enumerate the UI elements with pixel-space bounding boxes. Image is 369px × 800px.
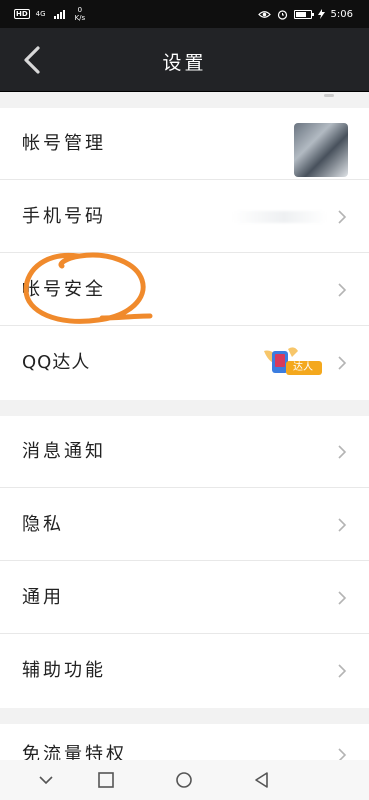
settings-group-general: 消息通知 隐私 通用 辅助功能 (0, 416, 369, 708)
qq-daren-badge: 达人 (262, 343, 322, 381)
settings-item-data-privilege[interactable]: 免流量特权 (0, 724, 369, 760)
chevron-right-icon (338, 748, 347, 760)
circle-icon[interactable] (173, 769, 195, 791)
settings-item-account-security[interactable]: 帐号安全 (0, 254, 369, 326)
status-right: 5:06 (257, 5, 353, 23)
item-label: QQ达人 (22, 352, 91, 373)
speed-unit: K/s (74, 14, 86, 22)
item-label: 手机号码 (22, 206, 106, 227)
divider (0, 560, 369, 561)
nav-bar: 设置 (0, 28, 369, 92)
avatar (294, 123, 348, 177)
settings-item-account-management[interactable]: 帐号管理 (0, 108, 369, 180)
item-label: 帐号安全 (22, 279, 106, 300)
chevron-right-icon (338, 591, 347, 605)
item-label: 隐私 (22, 514, 64, 535)
chevron-right-icon (338, 518, 347, 532)
page-title: 设置 (162, 52, 207, 74)
signal-icon (53, 9, 65, 19)
system-nav-bar (0, 760, 369, 800)
settings-group-account: 帐号管理 手机号码 帐号安全 QQ达人 达人 (0, 108, 369, 400)
settings-item-accessibility[interactable]: 辅助功能 (0, 635, 369, 707)
settings-item-privacy[interactable]: 隐私 (0, 489, 369, 561)
scrollbar[interactable] (324, 94, 334, 97)
settings-item-phone-number[interactable]: 手机号码 (0, 181, 369, 253)
chevron-down-icon[interactable] (35, 769, 57, 791)
wings-icon (264, 347, 322, 375)
chevron-right-icon (338, 283, 347, 297)
divider (0, 487, 369, 488)
item-label: 帐号管理 (22, 133, 106, 154)
triangle-back-icon[interactable] (251, 769, 273, 791)
settings-item-qq-daren[interactable]: QQ达人 达人 (0, 327, 369, 399)
battery-icon (293, 9, 314, 19)
status-time: 5:06 (330, 8, 353, 20)
settings-item-notifications[interactable]: 消息通知 (0, 416, 369, 488)
phone-number-value (232, 211, 327, 223)
divider (0, 325, 369, 326)
settings-group-more: 免流量特权 (0, 724, 369, 760)
settings-list[interactable]: 帐号管理 手机号码 帐号安全 QQ达人 达人 消息通知 隐私 通用 辅助功能 免… (0, 92, 369, 760)
chevron-right-icon (338, 664, 347, 678)
item-label: 辅助功能 (22, 660, 106, 681)
divider (0, 179, 369, 180)
chevron-right-icon (338, 210, 347, 224)
item-label: 消息通知 (22, 441, 106, 462)
settings-item-general[interactable]: 通用 (0, 562, 369, 634)
item-label: 免流量特权 (22, 744, 127, 760)
network-speed: 0 K/s (75, 6, 86, 22)
alarm-icon (277, 9, 287, 20)
qq-daren-badge-text: 达人 (293, 362, 313, 373)
chevron-right-icon (338, 445, 347, 459)
divider (0, 633, 369, 634)
item-label: 通用 (22, 587, 64, 608)
status-bar: HD 4G 0 K/s 5:06 (0, 0, 369, 28)
charging-icon (317, 9, 325, 19)
divider (0, 252, 369, 253)
network-type: 4G (35, 9, 46, 18)
speed-value: 0 (77, 6, 83, 14)
hd-icon: HD (14, 9, 30, 19)
chevron-right-icon (338, 356, 347, 370)
status-left: HD 4G 0 K/s (14, 5, 85, 23)
eye-icon (257, 10, 271, 18)
square-icon[interactable] (95, 769, 117, 791)
